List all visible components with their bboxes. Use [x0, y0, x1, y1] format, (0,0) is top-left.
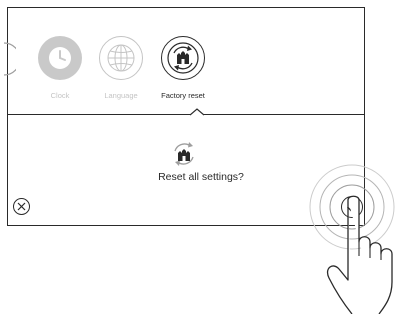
close-icon [17, 202, 26, 211]
carousel-label-clock: Clock [50, 91, 70, 100]
globe-icon [107, 44, 135, 72]
factory-reset-icon [174, 142, 194, 166]
factory-reset-icon [167, 42, 199, 74]
clock-icon [49, 47, 71, 69]
partial-carousel-item[interactable] [2, 41, 16, 77]
settings-carousel: Clock Language Factory reset [3, 8, 364, 114]
hand-pointer-icon [326, 195, 393, 314]
carousel-item-clock[interactable] [38, 36, 82, 80]
panel-divider [8, 114, 364, 115]
carousel-label-factory-reset: Factory reset [161, 91, 205, 100]
cancel-button[interactable] [13, 198, 30, 215]
carousel-item-language[interactable] [99, 36, 143, 80]
selection-pointer [190, 108, 204, 116]
carousel-item-factory-reset[interactable] [161, 36, 205, 80]
carousel-label-language: Language [104, 91, 138, 100]
